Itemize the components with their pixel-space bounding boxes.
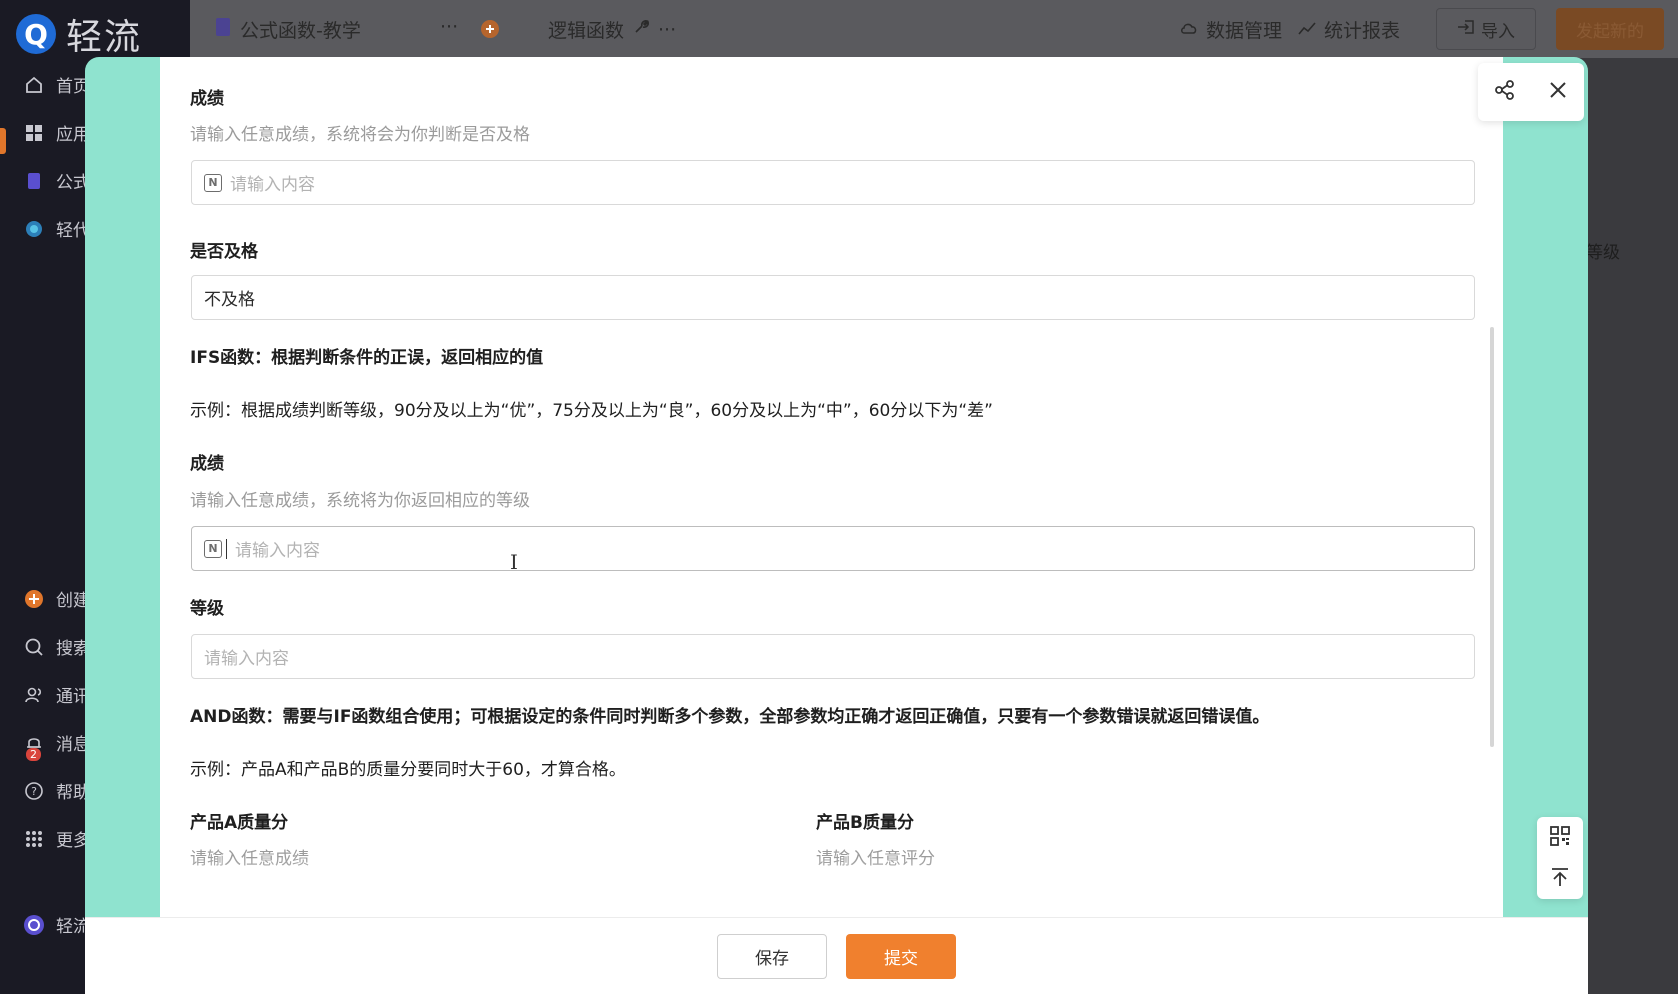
score-input-placeholder: 请输入内容 — [230, 175, 315, 195]
form-modal: 成绩 请输入任意成绩，系统将会为你判断是否及格 N 请输入内容 是否及格 不及格… — [85, 57, 1588, 994]
wrench-icon[interactable] — [632, 18, 650, 41]
text-caret — [226, 538, 227, 559]
sidebar-item-qingdai[interactable]: 轻代 — [22, 216, 90, 241]
new-entry-button[interactable]: 发起新的 — [1556, 8, 1664, 50]
avatar-icon — [22, 913, 46, 937]
field-label-product-b: 产品B质量分 — [816, 813, 914, 833]
pass-status-value: 不及格 — [204, 290, 255, 310]
number-icon: N — [204, 539, 222, 558]
new-entry-label: 发起新的 — [1576, 21, 1644, 42]
form-title[interactable]: 逻辑函数 ··· — [548, 16, 676, 43]
field-hint-product-b: 请输入任意评分 — [816, 849, 935, 869]
field-label-pass: 是否及格 — [190, 242, 258, 262]
share-icon — [1494, 79, 1516, 105]
app-title[interactable]: 公式函数-教学 — [214, 16, 361, 43]
mouse-cursor-icon: I — [510, 550, 518, 574]
import-button[interactable]: 导入 — [1436, 8, 1536, 50]
field-hint-product-a: 请输入任意成绩 — [190, 849, 309, 869]
more-text: ··· — [440, 16, 459, 38]
sidebar-item-apps[interactable]: 应用 — [22, 120, 90, 145]
contacts-icon — [22, 683, 46, 707]
qr-code-icon — [1549, 825, 1571, 851]
app-logo[interactable]: Q 轻流 — [16, 8, 142, 60]
cloud-icon — [1180, 19, 1198, 41]
field-label-product-a: 产品A质量分 — [190, 813, 289, 833]
field-label-score: 成绩 — [190, 89, 224, 109]
app-add-icon[interactable] — [480, 19, 500, 39]
modal-footer: 保存 提交 — [85, 917, 1588, 994]
pass-status-field[interactable]: 不及格 — [191, 275, 1475, 320]
form-body: 成绩 请输入任意成绩，系统将会为你判断是否及格 N 请输入内容 是否及格 不及格… — [160, 57, 1503, 917]
score-input-2[interactable]: N 请输入内容 — [191, 526, 1475, 571]
form-icon — [214, 17, 232, 42]
data-management-label: 数据管理 — [1206, 20, 1283, 42]
home-icon — [22, 73, 46, 97]
bg-column-header: 等级 — [1586, 243, 1620, 263]
arrow-up-icon — [1549, 867, 1571, 892]
field-hint-score-2: 请输入任意成绩，系统将为你返回相应的等级 — [190, 491, 530, 511]
import-icon — [1457, 19, 1475, 40]
form-title-text: 逻辑函数 — [548, 20, 625, 42]
logo-mark: Q — [16, 14, 56, 54]
and-example: 示例：产品A和产品B的质量分要同时大于60，才算合格。 — [190, 760, 626, 780]
field-label-score-2: 成绩 — [190, 454, 224, 474]
save-button[interactable]: 保存 — [717, 934, 827, 979]
and-description: AND函数：需要与IF函数组合使用；可根据设定的条件同时判断多个参数，全部参数均… — [190, 707, 1270, 727]
reports-button[interactable]: 统计报表 — [1298, 16, 1400, 43]
close-button[interactable] — [1540, 74, 1576, 110]
logo-text: 轻流 — [66, 17, 143, 58]
field-label-grade: 等级 — [190, 599, 224, 619]
sidebar-item-contacts[interactable]: 通讯 — [22, 682, 90, 707]
submit-button[interactable]: 提交 — [846, 934, 956, 979]
message-count-badge: 2 — [26, 748, 41, 761]
score-input[interactable]: N 请输入内容 — [191, 160, 1475, 205]
app-more-button[interactable]: ··· — [440, 16, 458, 38]
floating-tools — [1537, 817, 1583, 899]
app-title-text: 公式函数-教学 — [240, 20, 361, 42]
number-icon: N — [204, 173, 222, 192]
sidebar-active-indicator — [0, 128, 6, 154]
form-icon — [22, 169, 46, 193]
back-to-top-button[interactable] — [1549, 866, 1571, 892]
apps-icon — [22, 121, 46, 145]
svg-text:?: ? — [31, 785, 37, 798]
search-icon — [22, 635, 46, 659]
field-hint-score: 请输入任意成绩，系统将会为你判断是否及格 — [190, 125, 530, 145]
modal-toolbar — [1478, 63, 1584, 121]
sidebar-item-more[interactable]: 更多 — [22, 826, 90, 851]
ifs-description: IFS函数：根据判断条件的正误，返回相应的值 — [190, 348, 544, 368]
sidebar-item-user[interactable]: 轻流 — [22, 912, 90, 937]
sidebar-item-help[interactable]: ? 帮助 — [22, 778, 90, 803]
data-management-button[interactable]: 数据管理 — [1180, 16, 1282, 43]
trend-icon — [1298, 19, 1316, 41]
globe-icon — [22, 217, 46, 241]
app-topbar: 公式函数-教学 ··· 逻辑函数 ··· 数据管理 统计报表 导入 发起新的 — [190, 0, 1678, 58]
form-more-button[interactable]: ··· — [658, 19, 676, 41]
sidebar-item-search[interactable]: 搜索 — [22, 634, 90, 659]
grade-field[interactable]: 请输入内容 — [191, 634, 1475, 679]
score-input-2-placeholder: 请输入内容 — [235, 541, 320, 561]
grid-icon — [22, 827, 46, 851]
sidebar-item-formula[interactable]: 公式 — [22, 168, 90, 193]
import-label: 导入 — [1481, 21, 1515, 42]
sidebar-item-home[interactable]: 首页 — [22, 72, 90, 97]
sidebar-item-create[interactable]: 创建 — [22, 586, 90, 611]
plus-circle-icon — [22, 587, 46, 611]
help-icon: ? — [22, 779, 46, 803]
share-button[interactable] — [1487, 74, 1523, 110]
grade-field-placeholder: 请输入内容 — [204, 649, 289, 669]
close-icon — [1548, 80, 1568, 104]
reports-label: 统计报表 — [1324, 20, 1401, 42]
ifs-example: 示例：根据成绩判断等级，90分及以上为“优”，75分及以上为“良”，60分及以上… — [190, 401, 993, 421]
modal-scrollbar[interactable] — [1490, 327, 1494, 747]
qr-code-button[interactable] — [1549, 825, 1571, 851]
